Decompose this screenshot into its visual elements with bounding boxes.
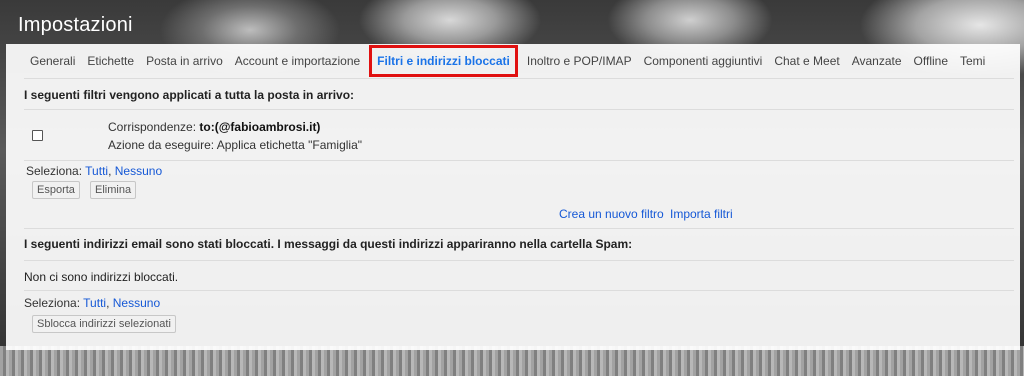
tab-posta-in-arrivo[interactable]: Posta in arrivo	[140, 54, 229, 68]
select-label: Seleziona:	[24, 296, 81, 310]
filter-action: Azione da eseguire: Applica etichetta "F…	[108, 138, 362, 152]
divider	[24, 78, 1014, 79]
filters-heading: I seguenti filtri vengono applicati a tu…	[24, 88, 355, 102]
tab-generali[interactable]: Generali	[24, 54, 81, 68]
blocked-select-line: Seleziona: Tutti, Nessuno	[24, 296, 160, 310]
divider	[24, 290, 1014, 291]
tab-account-e-importazione[interactable]: Account e importazione	[229, 54, 366, 68]
select-none-link[interactable]: Nessuno	[115, 164, 162, 178]
tab-inoltro-e-pop-imap[interactable]: Inoltro e POP/IMAP	[521, 54, 638, 68]
tab-chat-e-meet[interactable]: Chat e Meet	[768, 54, 845, 68]
comma: ,	[106, 296, 113, 310]
select-none-link[interactable]: Nessuno	[113, 296, 160, 310]
unblock-selected-button[interactable]: Sblocca indirizzi selezionati	[32, 315, 176, 333]
no-blocked-text: Non ci sono indirizzi bloccati.	[24, 270, 179, 284]
tab-filtri-e-indirizzi-bloccati[interactable]: Filtri e indirizzi bloccati	[369, 45, 518, 77]
divider	[24, 260, 1014, 261]
create-filter-link: Crea un nuovo filtro	[559, 207, 664, 221]
divider	[24, 109, 1014, 110]
select-all-link[interactable]: Tutti	[85, 164, 108, 178]
filter-match-label: Corrispondenze:	[108, 120, 197, 134]
divider	[24, 228, 1014, 229]
background-pattern	[0, 346, 1024, 376]
delete-button[interactable]: Elimina	[90, 181, 137, 199]
blocked-heading: I seguenti indirizzi email sono stati bl…	[24, 237, 633, 251]
settings-tabs: Generali Etichette Posta in arrivo Accou…	[24, 44, 991, 78]
import-filters-link-text[interactable]: Importa filtri	[670, 207, 733, 221]
select-all-link[interactable]: Tutti	[83, 296, 106, 310]
comma: ,	[108, 164, 115, 178]
import-filters-link: Importa filtri	[670, 207, 733, 221]
filters-select-line: Seleziona: Tutti, Nessuno	[26, 164, 162, 178]
create-filter-link-text[interactable]: Crea un nuovo filtro	[559, 207, 664, 221]
page-title: Impostazioni	[18, 14, 133, 36]
filter-match: Corrispondenze: to:(@fabioambrosi.it)	[108, 120, 320, 134]
export-button[interactable]: Esporta	[32, 181, 80, 199]
tab-etichette[interactable]: Etichette	[81, 54, 140, 68]
filter-action-value: Applica etichetta "Famiglia"	[216, 138, 363, 152]
tab-avanzate[interactable]: Avanzate	[846, 54, 908, 68]
divider	[24, 160, 1014, 161]
filter-row: Corrispondenze: to:(@fabioambrosi.it) Az…	[24, 114, 1014, 158]
filter-action-label: Azione da eseguire:	[108, 138, 215, 152]
filter-match-value: to:(@fabioambrosi.it)	[199, 120, 321, 134]
settings-panel: Generali Etichette Posta in arrivo Accou…	[6, 44, 1020, 350]
select-label: Seleziona:	[26, 164, 83, 178]
tab-offline[interactable]: Offline	[908, 54, 954, 68]
tab-temi[interactable]: Temi	[954, 54, 991, 68]
tab-componenti-aggiuntivi[interactable]: Componenti aggiuntivi	[638, 54, 769, 68]
filter-checkbox[interactable]	[32, 130, 43, 141]
